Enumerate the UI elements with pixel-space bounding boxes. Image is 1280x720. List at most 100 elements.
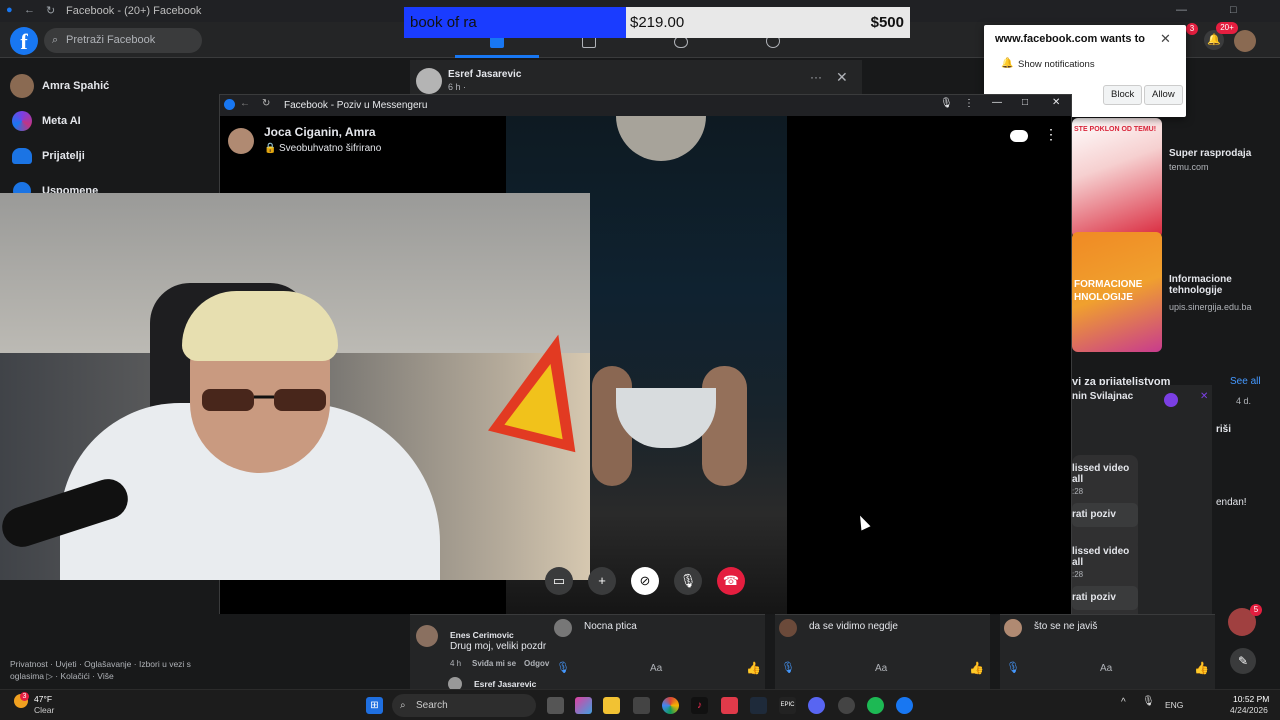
minimize-icon[interactable]: — [1176,4,1187,16]
maximize-icon[interactable]: □ [1022,97,1028,108]
stream-overlay-banner: book of ra $219.00 $500 [404,7,910,38]
chat-contact-name[interactable]: nin Svilajnac [1072,391,1133,402]
reload-icon[interactable]: ↻ [46,4,55,17]
file-explorer-icon[interactable] [603,697,620,714]
reload-icon[interactable]: ↻ [262,98,270,109]
app-icon[interactable] [750,697,767,714]
call-back-button[interactable]: rati poziv [1072,503,1138,527]
search-input[interactable]: ⌕ Pretraži Facebook [44,28,202,53]
camera-off-icon[interactable]: ⊘ [631,567,659,595]
avatar[interactable] [416,68,442,94]
call-back-button[interactable]: rati poziv [1072,586,1138,610]
facebook-logo[interactable]: f [10,27,38,55]
epic-games-icon[interactable]: EPIC [779,697,796,714]
spotify-icon[interactable] [867,697,884,714]
chat-head-badge: 5 [1250,604,1262,616]
language-indicator[interactable]: ENG [1165,700,1183,710]
weather-temp[interactable]: 47°F [34,694,52,704]
like-icon[interactable]: 👍 [969,661,984,675]
discord-icon[interactable] [808,697,825,714]
effects-icon[interactable] [1010,130,1028,142]
sidebar-snippet: endan! [1216,497,1247,508]
like-icon[interactable]: 👍 [1194,661,1209,675]
comment-author[interactable]: Esref Jasarevic [474,679,536,689]
right-column: STE POKLON OD TEMU! Super rasprodaja tem… [1072,58,1268,675]
clock-time[interactable]: 10:52 PM [1233,694,1269,704]
ad-title[interactable]: Super rasprodaja [1169,148,1264,159]
tiktok-icon[interactable]: ♪ [691,697,708,714]
sidebar-footer[interactable]: Privatnost · Uvjeti · Oglašavanje · Izbo… [10,658,210,682]
back-icon[interactable]: ← [24,4,35,16]
microphone-icon[interactable]: 🎙 [674,567,702,595]
copilot-icon[interactable] [575,697,592,714]
taskbar-search-label: Search [416,700,448,711]
message-input[interactable]: Aa [1100,663,1112,674]
new-message-icon[interactable]: ✎ [1230,648,1256,674]
close-icon[interactable]: ✕ [1052,97,1060,108]
chat-last-message: što se ne javiš [1034,621,1098,632]
messenger-icon[interactable] [896,697,913,714]
friend-time: 4 d. [1236,396,1252,406]
microphone-icon[interactable]: 🎙 [1142,696,1155,707]
like-link[interactable]: Sviđa mi se [472,659,516,668]
allow-button[interactable]: Allow [1144,85,1183,105]
comment-text: Drug moj, veliki pozdr [450,641,547,652]
message-input[interactable]: Aa [875,663,887,674]
close-icon[interactable]: ✕ [1160,31,1171,47]
store-icon[interactable] [633,697,650,714]
reply-link[interactable]: Odgov [524,659,549,668]
task-view-icon[interactable] [547,697,564,714]
tray-expand-icon[interactable]: ^ [1121,697,1126,708]
avatar[interactable] [1234,30,1256,52]
prompt-row: Show notifications [1018,59,1095,70]
ad-image-temu[interactable]: STE POKLON OD TEMU! [1072,118,1162,238]
end-call-icon[interactable]: ☎ [717,567,745,595]
taskbar-search[interactable]: ⌕ Search [392,694,536,717]
chrome-icon[interactable] [662,697,679,714]
weather-condition: Clear [34,705,55,715]
ad-image-sinergija[interactable]: FORMACIONE HNOLOGIJE [1072,232,1162,352]
block-button[interactable]: Block [1103,85,1143,105]
more-icon[interactable]: ··· [810,70,822,84]
message-input[interactable]: Aa [650,663,662,674]
add-person-icon[interactable]: + [588,567,616,595]
app-icon[interactable] [838,697,855,714]
microphone-icon[interactable]: 🎙 [781,661,795,674]
back-icon[interactable]: ← [240,98,250,109]
screen-share-icon[interactable]: ▭ [545,567,573,595]
like-icon[interactable]: 👍 [746,661,761,675]
meta-ai-icon [12,111,32,131]
avatar[interactable] [779,619,797,637]
windows-start-icon[interactable]: ⊞ [366,697,383,714]
minimize-icon[interactable]: — [992,97,1002,108]
microphone-icon[interactable]: 🎙 [556,661,570,674]
avatar [228,128,254,154]
more-icon[interactable]: ⋮ [1044,126,1058,143]
maximize-icon[interactable]: □ [1230,4,1237,16]
close-icon[interactable]: ✕ [1200,391,1208,402]
webcam-person-glasses [202,389,326,411]
avatar[interactable] [1004,619,1022,637]
ad-url: temu.com [1169,162,1209,172]
comment-author[interactable]: Enes Cerimovic [450,630,514,640]
close-icon[interactable]: ✕ [836,69,848,86]
app-icon[interactable] [721,697,738,714]
sidebar-snippet[interactable]: riši [1216,424,1231,435]
post-author[interactable]: Esref Jasarevic [448,69,521,80]
ad-title[interactable]: Informacione tehnologije [1169,274,1264,296]
missed-call-text: lissed video all [1072,463,1130,485]
call-icon[interactable] [1164,393,1178,407]
microphone-icon[interactable]: 🎙 [940,98,953,109]
avatar[interactable] [416,625,438,647]
see-all-link[interactable]: See all [1230,376,1261,387]
call-participants: Joca Ciganin, Amra [264,125,376,139]
clock-date[interactable]: 4/24/2026 [1230,705,1268,715]
more-icon[interactable]: ⋮ [964,98,974,109]
lock-icon: 🔒 [264,143,277,154]
missed-call-time: :28 [1072,487,1084,496]
active-tab-indicator [455,55,539,58]
avatar [10,74,34,98]
microphone-icon[interactable]: 🎙 [1006,661,1020,674]
facebook-favicon-icon: ● [6,4,13,16]
avatar[interactable] [554,619,572,637]
